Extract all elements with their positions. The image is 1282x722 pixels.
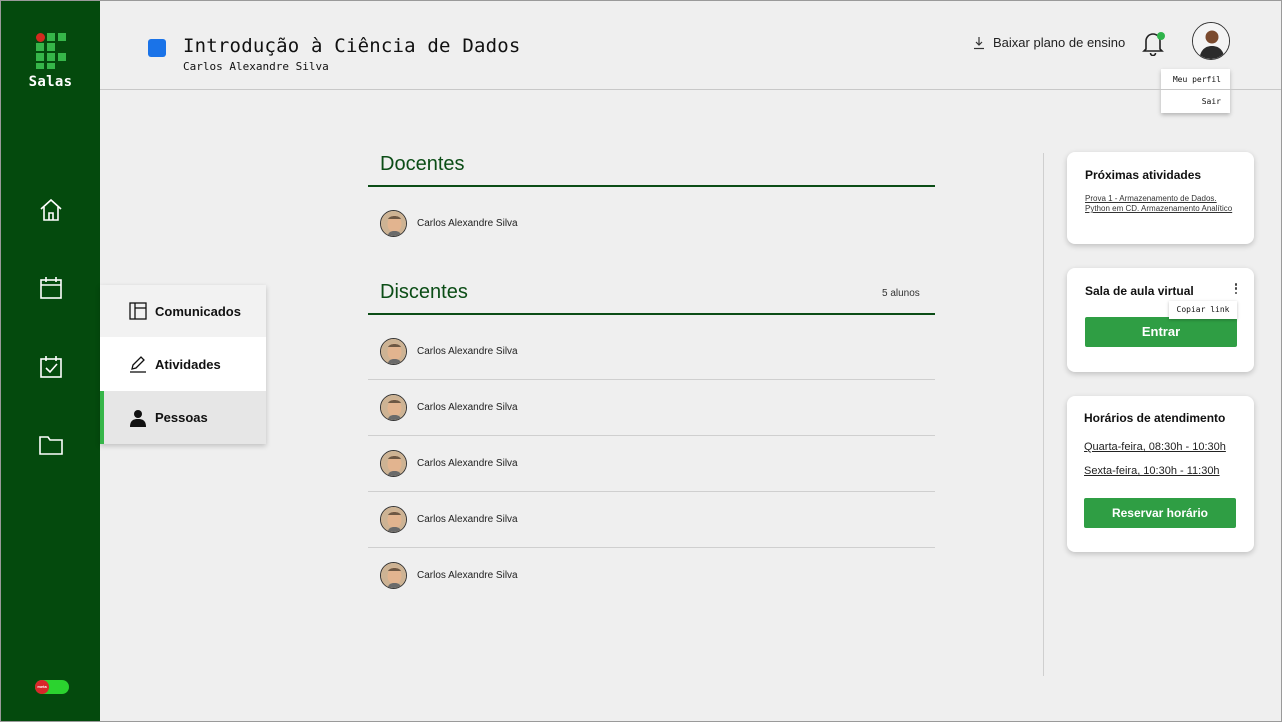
submenu-item-atividades[interactable]: Atividades xyxy=(100,338,266,390)
avatar xyxy=(380,506,407,533)
menu-item-logout[interactable]: Sair xyxy=(1202,97,1230,106)
header-divider xyxy=(100,89,1281,90)
card-title: Próximas atividades xyxy=(1085,168,1202,182)
user-photo-icon xyxy=(1193,23,1229,59)
column-divider xyxy=(1043,153,1044,676)
avatar xyxy=(380,338,407,365)
user-menu: Meu perfil Sair xyxy=(1161,69,1230,113)
discentes-heading: Discentes xyxy=(380,281,468,303)
discente-row[interactable]: Carlos Alexandre Silva xyxy=(368,380,935,436)
avatar xyxy=(380,450,407,477)
upcoming-activities-card: Próximas atividades Prova 1 - Armazename… xyxy=(1067,152,1254,244)
more-options-icon[interactable] xyxy=(1234,283,1238,297)
card-title: Sala de aula virtual xyxy=(1085,284,1194,298)
avatar xyxy=(380,210,407,237)
app-logo-icon[interactable] xyxy=(36,33,66,69)
person-name: Carlos Alexandre Silva xyxy=(417,514,518,525)
docentes-rule xyxy=(368,185,935,187)
download-plan-label: Baixar plano de ensino xyxy=(993,35,1126,50)
office-hour-slot[interactable]: Quarta-feira, 08:30h - 10:30h xyxy=(1084,441,1226,453)
activity-link[interactable]: Prova 1 - Armazenamento de Dados. Python… xyxy=(1085,194,1250,214)
badge-label: meta xyxy=(35,680,49,694)
app-sidebar: Salas meta xyxy=(1,1,100,721)
course-submenu: Comunicados Atividades Pessoas xyxy=(100,285,266,444)
notifications-button[interactable] xyxy=(1141,30,1165,57)
discente-row[interactable]: Carlos Alexandre Silva xyxy=(368,436,935,492)
activity-link-line[interactable]: Python em CD. Armazenamento Analítico xyxy=(1085,204,1250,214)
submenu-label: Atividades xyxy=(155,356,221,372)
office-hour-slot[interactable]: Sexta-feira, 10:30h - 11:30h xyxy=(1084,465,1220,477)
partner-badge: meta xyxy=(35,680,69,694)
menu-item-profile[interactable]: Meu perfil xyxy=(1173,75,1230,84)
submenu-item-pessoas[interactable]: Pessoas xyxy=(100,391,266,444)
virtual-room-card: Sala de aula virtual Entrar xyxy=(1067,268,1254,372)
avatar xyxy=(380,562,407,589)
user-avatar[interactable] xyxy=(1192,22,1230,60)
home-icon[interactable] xyxy=(37,196,65,224)
folder-icon[interactable] xyxy=(37,430,65,458)
discentes-rule xyxy=(368,313,935,315)
person-name: Carlos Alexandre Silva xyxy=(417,458,518,469)
board-icon xyxy=(129,302,147,320)
app-name: Salas xyxy=(28,74,73,90)
download-plan-button[interactable]: Baixar plano de ensino xyxy=(973,35,1125,50)
discente-row[interactable]: Carlos Alexandre Silva xyxy=(368,548,935,604)
notification-dot xyxy=(1157,32,1165,40)
docentes-heading: Docentes xyxy=(380,153,465,175)
person-name: Carlos Alexandre Silva xyxy=(417,218,518,229)
person-name: Carlos Alexandre Silva xyxy=(417,402,518,413)
person-name: Carlos Alexandre Silva xyxy=(417,346,518,357)
avatar xyxy=(380,394,407,421)
copy-link-menu-item[interactable]: Copiar link xyxy=(1169,301,1237,319)
download-icon xyxy=(974,36,984,49)
activity-link-line[interactable]: Prova 1 - Armazenamento de Dados. xyxy=(1085,194,1250,204)
submenu-label: Pessoas xyxy=(155,410,208,425)
discente-row[interactable]: Carlos Alexandre Silva xyxy=(368,492,935,548)
enter-room-button[interactable]: Entrar xyxy=(1085,317,1237,347)
submenu-item-comunicados[interactable]: Comunicados xyxy=(100,285,266,337)
submenu-label: Comunicados xyxy=(155,303,241,319)
page-title: Introdução à Ciência de Dados xyxy=(183,35,521,57)
office-hours-card: Horários de atendimento Quarta-feira, 08… xyxy=(1067,396,1254,552)
person-icon xyxy=(130,409,146,427)
reserve-slot-button[interactable]: Reservar horário xyxy=(1084,498,1236,528)
person-name: Carlos Alexandre Silva xyxy=(417,570,518,581)
students-count: 5 alunos xyxy=(882,288,920,299)
discente-row[interactable]: Carlos Alexandre Silva xyxy=(368,324,935,380)
calendar-check-icon[interactable] xyxy=(37,353,65,381)
card-title: Horários de atendimento xyxy=(1084,411,1226,425)
course-color-swatch xyxy=(148,39,166,57)
course-teacher: Carlos Alexandre Silva xyxy=(183,60,329,73)
calendar-icon[interactable] xyxy=(37,274,65,302)
docente-row[interactable]: Carlos Alexandre Silva xyxy=(368,196,935,252)
pencil-icon xyxy=(130,356,146,373)
